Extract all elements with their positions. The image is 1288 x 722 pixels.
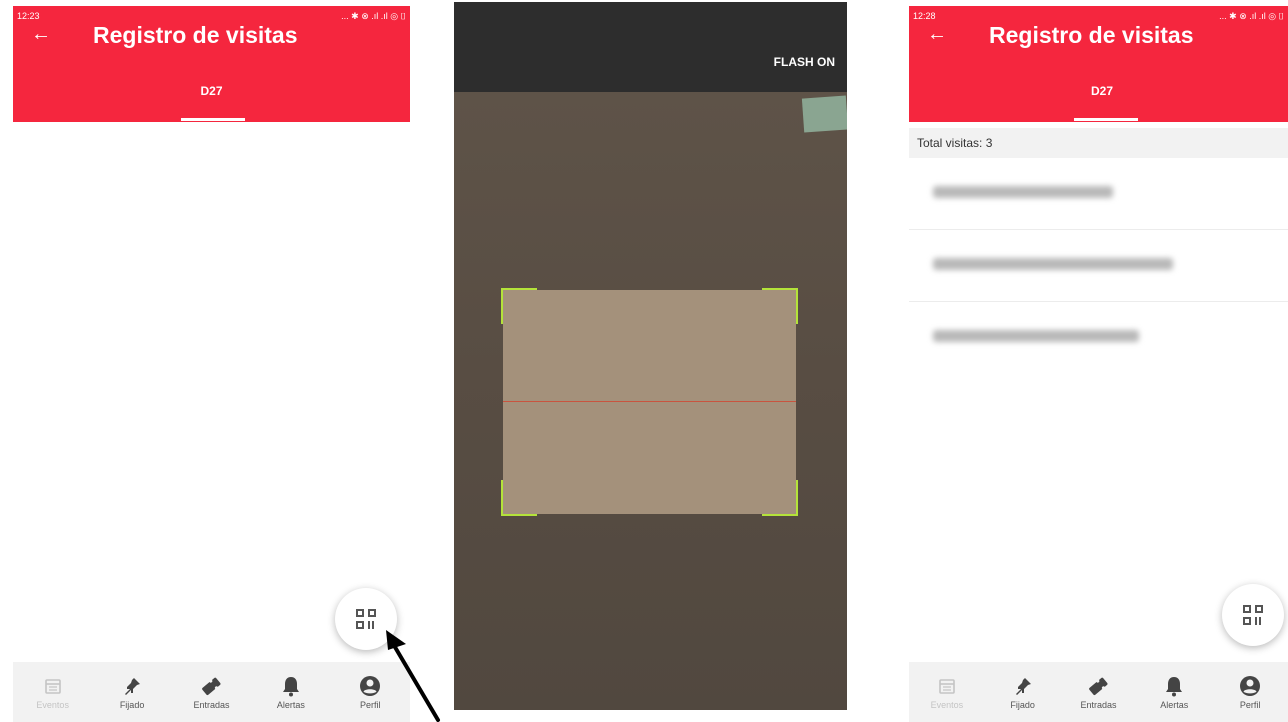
pin-icon: [121, 675, 143, 697]
nav-item-fijado[interactable]: Fijado: [102, 675, 162, 710]
nav-label: Eventos: [930, 699, 964, 710]
page-title: Registro de visitas: [989, 22, 1194, 48]
nav-item-eventos[interactable]: Eventos: [917, 675, 977, 710]
tab-indicator: [181, 118, 245, 121]
ticket-icon: [1087, 675, 1109, 697]
pin-icon: [1012, 675, 1034, 697]
nav-label: Alertas: [1160, 699, 1189, 710]
bottom-navigation: Eventos Fijado Entradas Alertas Perfil: [13, 662, 410, 722]
scan-corner-top-right: [762, 288, 798, 324]
back-arrow-icon[interactable]: ←: [927, 24, 947, 44]
status-time: 12:28: [913, 11, 936, 21]
nav-label: Eventos: [36, 699, 69, 710]
ticket-icon: [200, 675, 222, 697]
qr-code-icon: [356, 609, 376, 629]
nav-item-eventos[interactable]: Eventos: [23, 675, 83, 710]
annotation-arrow-icon: [386, 630, 440, 722]
tab-d27[interactable]: D27: [13, 84, 410, 98]
account-icon: [359, 675, 381, 697]
bell-icon: [280, 675, 302, 697]
nav-label: Entradas: [1080, 699, 1117, 710]
nav-item-perfil[interactable]: Perfil: [1220, 675, 1280, 710]
scan-corner-bottom-left: [501, 480, 537, 516]
calendar-icon: [42, 675, 64, 697]
nav-item-entradas[interactable]: Entradas: [1068, 675, 1128, 710]
app-bar: 12:28 ... ✱ ⊗ .ıl .ıl ◎ ⌷ ← Registro de …: [909, 6, 1288, 122]
scan-corner-top-left: [501, 288, 537, 324]
visit-row[interactable]: [909, 302, 1288, 374]
scan-frame: [503, 290, 796, 514]
app-bar: 12:23 ... ✱ ⊗ .ıl .ıl ◎ ⌷ ← Registro de …: [13, 6, 410, 122]
visitor-name-redacted: [933, 330, 1139, 342]
account-icon: [1239, 675, 1261, 697]
visitor-name-redacted: [933, 258, 1173, 270]
visitor-name-redacted: [933, 186, 1113, 198]
scanner-top-bar: FLASH ON: [454, 2, 847, 92]
scan-laser-line: [503, 401, 796, 402]
nav-label: Fijado: [1010, 699, 1035, 710]
nav-label: Alertas: [276, 699, 305, 710]
nav-item-entradas[interactable]: Entradas: [181, 675, 241, 710]
scan-corner-bottom-right: [762, 480, 798, 516]
nav-item-fijado[interactable]: Fijado: [993, 675, 1053, 710]
nav-label: Fijado: [119, 699, 145, 710]
phone-empty-visits: 12:23 ... ✱ ⊗ .ıl .ıl ◎ ⌷ ← Registro de …: [13, 6, 410, 722]
back-arrow-icon[interactable]: ←: [31, 24, 51, 44]
nav-item-alertas[interactable]: Alertas: [261, 675, 321, 710]
tab-d27[interactable]: D27: [909, 84, 1288, 98]
visit-row[interactable]: [909, 230, 1288, 302]
bell-icon: [1163, 675, 1185, 697]
tab-indicator: [1074, 118, 1138, 121]
nav-item-alertas[interactable]: Alertas: [1144, 675, 1204, 710]
phone-visits-list: 12:28 ... ✱ ⊗ .ıl .ıl ◎ ⌷ ← Registro de …: [909, 6, 1288, 722]
calendar-icon: [936, 675, 958, 697]
status-icons: ... ✱ ⊗ .ıl .ıl ◎ ⌷: [1219, 10, 1284, 21]
flash-toggle-button[interactable]: FLASH ON: [774, 55, 835, 69]
tutorial-canvas: 12:23 ... ✱ ⊗ .ıl .ıl ◎ ⌷ ← Registro de …: [0, 0, 1288, 722]
page-title: Registro de visitas: [93, 22, 298, 48]
camera-object: [801, 95, 847, 133]
visit-row[interactable]: [909, 158, 1288, 230]
qr-code-icon: [1243, 605, 1263, 625]
nav-label: Entradas: [193, 699, 230, 710]
qr-scanner-screen: FLASH ON: [454, 2, 847, 710]
total-visits-label: Total visitas: 3: [909, 128, 1288, 158]
status-icons: ... ✱ ⊗ .ıl .ıl ◎ ⌷: [341, 10, 406, 21]
nav-label: Perfil: [1239, 699, 1261, 710]
bottom-navigation: Eventos Fijado Entradas Alertas Perfil: [909, 662, 1288, 722]
scan-qr-button[interactable]: [1222, 584, 1284, 646]
nav-label: Perfil: [359, 699, 381, 710]
status-time: 12:23: [17, 11, 40, 21]
